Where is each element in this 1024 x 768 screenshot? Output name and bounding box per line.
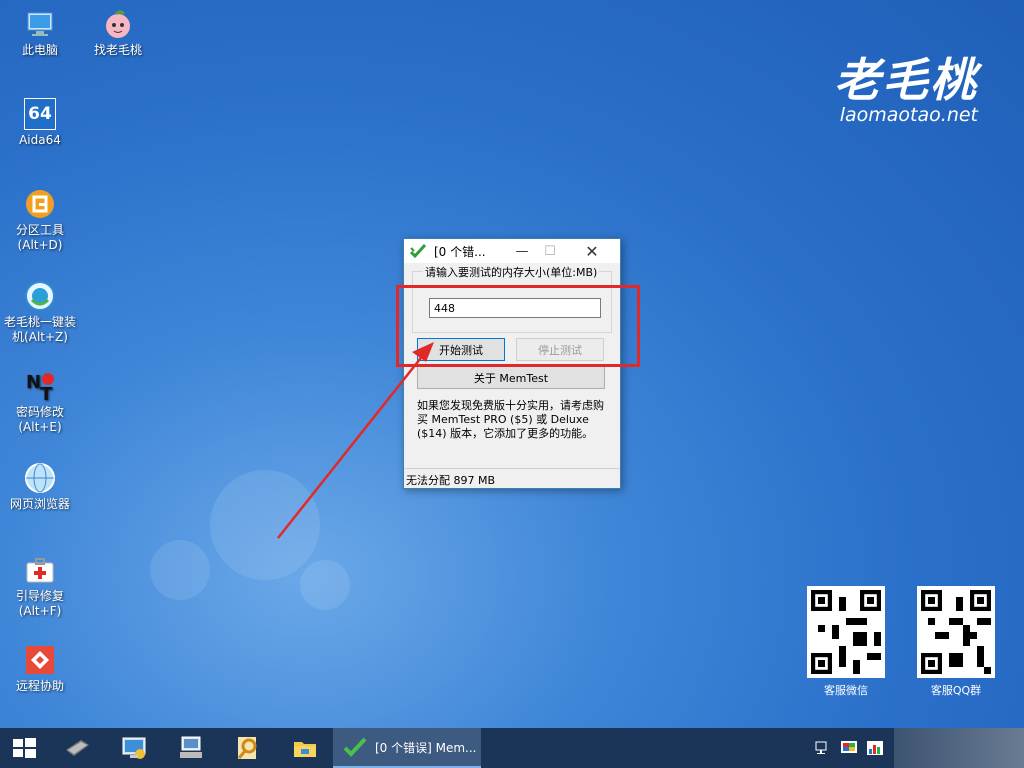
desktop-icon-label: 引导修复 xyxy=(15,589,64,603)
desktop-icon-label: 此电脑 xyxy=(21,43,58,57)
desktop-icon-shortcut: 机(Alt+Z) xyxy=(12,330,68,344)
tray-clock-area[interactable] xyxy=(894,728,1024,768)
about-memtest-button[interactable]: 关于 MemTest xyxy=(417,366,605,389)
computer-keyboard-icon xyxy=(179,736,202,758)
desktop-icon-label: 老毛桃一键装 xyxy=(3,315,76,329)
desktop-icon-find-laomaotao[interactable]: 找老毛桃 xyxy=(78,8,158,58)
window-title: [0 个错... xyxy=(434,244,486,259)
laomaotao-logo: 老毛桃 laomaotao.net xyxy=(834,53,978,126)
qr-code-icon xyxy=(917,586,995,678)
desktop-icon-label: 网页浏览器 xyxy=(9,497,70,511)
taskbar-system-tool[interactable] xyxy=(105,728,162,768)
desktop-icon-aida64[interactable]: 64 Aida64 xyxy=(0,98,80,148)
window-titlebar[interactable]: [0 个错... — ☐ ✕ xyxy=(404,239,620,263)
memtest-check-icon xyxy=(410,243,426,259)
upgrade-info-text: 如果您发现免费版十分实用，请考虑购买 MemTest PRO ($5) 或 De… xyxy=(417,399,604,440)
memtest-check-icon xyxy=(343,737,367,757)
remote-assist-icon xyxy=(24,644,56,676)
globe-icon xyxy=(24,462,56,494)
desktop-icon-boot-repair[interactable]: 引导修复 (Alt+F) xyxy=(0,554,80,619)
windows-logo-icon xyxy=(13,738,36,758)
folder-icon xyxy=(293,742,316,757)
svg-text:N: N xyxy=(26,372,41,393)
svg-text:T: T xyxy=(40,384,53,402)
taskbar: [0 个错误] Mem... xyxy=(0,728,1024,768)
ram-chip-icon xyxy=(65,740,89,756)
desktop-icon-partition-tool[interactable]: 分区工具 (Alt+D) xyxy=(0,188,80,253)
desktop-icon-label: 密码修改 xyxy=(15,405,64,419)
close-button[interactable]: ✕ xyxy=(578,239,606,263)
magnifier-icon xyxy=(237,737,256,759)
partition-tool-icon xyxy=(24,188,56,220)
desktop-icon-shortcut: (Alt+D) xyxy=(17,238,63,252)
desktop-icon-label: Aida64 xyxy=(19,133,61,147)
memory-size-label: 请输入要测试的内存大小(单位:MB) xyxy=(423,264,600,280)
peach-mascot-icon xyxy=(102,8,134,40)
highlight-box xyxy=(396,285,640,367)
desktop-icon-one-click-install[interactable]: 老毛桃一键装 机(Alt+Z) xyxy=(0,280,80,345)
network-icon[interactable] xyxy=(814,739,832,757)
qr-code-icon xyxy=(807,586,885,678)
desktop-icon-this-pc[interactable]: 此电脑 xyxy=(0,8,80,58)
computer-icon xyxy=(24,8,56,40)
taskbar-memtest-active[interactable]: [0 个错误] Mem... xyxy=(333,728,481,768)
desktop-icon-label: 分区工具 xyxy=(15,223,64,237)
desktop-icon-shortcut: (Alt+F) xyxy=(18,604,62,618)
taskbar-device-manager[interactable] xyxy=(162,728,219,768)
desktop-icon-password-change[interactable]: NT 密码修改 (Alt+E) xyxy=(0,370,80,435)
desktop-icon-shortcut: (Alt+E) xyxy=(18,420,62,434)
desktop-icon-web-browser[interactable]: 网页浏览器 xyxy=(0,462,80,512)
start-button[interactable] xyxy=(0,728,48,768)
monitor-tools-icon xyxy=(122,737,145,759)
chart-tray-icon[interactable] xyxy=(866,739,884,757)
display-settings-icon[interactable] xyxy=(840,739,858,757)
taskbar-active-label: [0 个错误] Mem... xyxy=(375,740,477,755)
taskbar-memory-tool[interactable] xyxy=(48,728,105,768)
desktop-icon-label: 远程协助 xyxy=(15,679,64,693)
aida64-icon: 64 xyxy=(24,98,56,130)
qr-qq-group: 客服QQ群 xyxy=(916,586,996,698)
system-tray xyxy=(810,728,1024,768)
status-bar: 无法分配 897 MB xyxy=(404,468,620,488)
maximize-button[interactable]: ☐ xyxy=(536,239,564,263)
taskbar-search-tool[interactable] xyxy=(219,728,276,768)
taskbar-file-explorer[interactable] xyxy=(276,728,333,768)
qr-wechat: 客服微信 xyxy=(806,586,886,698)
desktop-icon-remote-assist[interactable]: 远程协助 xyxy=(0,644,80,694)
medkit-icon xyxy=(24,554,56,586)
desktop-icon-label: 找老毛桃 xyxy=(93,43,142,57)
minimize-button[interactable]: — xyxy=(508,239,536,263)
password-tool-icon: NT xyxy=(24,370,56,405)
install-icon xyxy=(24,280,56,312)
